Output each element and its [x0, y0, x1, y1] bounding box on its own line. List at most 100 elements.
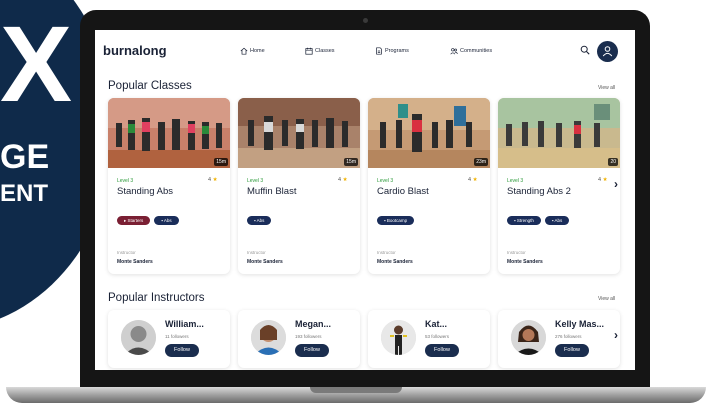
- home-icon: [240, 47, 248, 55]
- instructor-photo: [381, 320, 416, 355]
- follower-count: 53 followers: [425, 334, 450, 339]
- classes-view-all-link[interactable]: View all: [598, 85, 615, 91]
- instructor-card[interactable]: Kat... 53 followers Follow: [368, 310, 490, 368]
- instructor-name[interactable]: Monte Sanders: [247, 259, 283, 265]
- classes-next-arrow[interactable]: ›: [614, 177, 618, 191]
- nav-communities[interactable]: Communities: [450, 47, 492, 55]
- class-card[interactable]: 20 Level 3 4 ★ Standing Abs 2 ▪ Strength…: [498, 98, 620, 274]
- instructor-name[interactable]: Monte Sanders: [377, 259, 413, 265]
- calendar-icon: [305, 47, 313, 55]
- rating-value: 4: [468, 177, 472, 183]
- instructors-next-arrow[interactable]: ›: [614, 328, 618, 342]
- search-icon[interactable]: [580, 45, 590, 55]
- follow-button[interactable]: Follow: [555, 344, 589, 357]
- follower-count: 11 followers: [165, 334, 189, 339]
- nav-programs-label: Programs: [385, 48, 409, 54]
- star-icon: ★: [472, 177, 478, 183]
- duration-badge: 15m: [214, 158, 228, 166]
- top-nav: burnalong Home Classes Programs Communit…: [95, 30, 635, 74]
- class-level: Level 3: [507, 178, 524, 184]
- class-title: Cardio Blast: [377, 186, 429, 197]
- popular-classes-title: Popular Classes: [108, 80, 192, 92]
- class-card[interactable]: 15m Level 3 4 ★ Standing Abs ▸ Starters …: [108, 98, 230, 274]
- tag-abs[interactable]: ▪ Abs: [247, 216, 272, 225]
- instructor-name[interactable]: Monte Sanders: [117, 259, 153, 265]
- instructor-name: Kat...: [425, 319, 448, 329]
- class-level: Level 3: [377, 178, 394, 184]
- instructor-card[interactable]: Kelly Mas... 276 followers Follow: [498, 310, 620, 368]
- duration-badge: 20: [608, 158, 618, 166]
- tag-abs[interactable]: ▪ Abs: [154, 216, 179, 225]
- class-rating: 4 ★: [338, 177, 348, 183]
- instructor-photo: [251, 320, 286, 355]
- promo-line-1: GE: [0, 138, 50, 176]
- class-level: Level 3: [247, 178, 264, 184]
- duration-badge: 15m: [344, 158, 358, 166]
- tag-label: Abs: [554, 218, 563, 223]
- follow-button[interactable]: Follow: [295, 344, 329, 357]
- follow-button[interactable]: Follow: [165, 344, 199, 357]
- class-tags: ▸ Starters ▪ Abs: [117, 216, 179, 225]
- class-rating: 4 ★: [598, 177, 608, 183]
- tag-bootcamp[interactable]: ▪ Bootcamp: [377, 216, 415, 225]
- laptop-base-notch: [310, 387, 402, 393]
- rating-value: 4: [598, 177, 602, 183]
- class-card[interactable]: 15m Level 3 4 ★ Muffin Blast ▪ Abs Instr…: [238, 98, 360, 274]
- marketing-image: X GE ENT burnalong Home Classes Programs: [0, 0, 712, 416]
- rating-value: 4: [338, 177, 342, 183]
- class-title: Standing Abs 2: [507, 186, 571, 197]
- user-icon: [602, 46, 613, 57]
- nav-home[interactable]: Home: [240, 47, 265, 55]
- instructor-name: Kelly Mas...: [555, 319, 605, 329]
- class-thumbnail: 20: [498, 98, 620, 168]
- nav-classes[interactable]: Classes: [305, 47, 335, 55]
- tag-label: Bootcamp: [386, 218, 408, 223]
- tag-abs[interactable]: ▪ Abs: [544, 216, 570, 225]
- class-thumbnail: 15m: [108, 98, 230, 168]
- nav-programs[interactable]: Programs: [375, 47, 409, 55]
- class-card[interactable]: 23m Level 3 4 ★ Cardio Blast ▪ Bootcamp …: [368, 98, 490, 274]
- app-screen: burnalong Home Classes Programs Communit…: [95, 30, 635, 370]
- instructor-photo: [511, 320, 546, 355]
- webcam-dot: [363, 18, 368, 23]
- promo-line-2: ENT: [0, 180, 48, 207]
- class-level: Level 3: [117, 178, 134, 184]
- tag-starters[interactable]: ▸ Starters: [117, 216, 151, 225]
- tag-label: Abs: [256, 218, 265, 223]
- class-rating: 4 ★: [208, 177, 218, 183]
- follow-button[interactable]: Follow: [425, 344, 459, 357]
- instructor-label: Instructor: [117, 250, 136, 255]
- instructor-label: Instructor: [507, 250, 526, 255]
- nav-communities-label: Communities: [460, 48, 493, 54]
- nav-classes-label: Classes: [315, 48, 335, 54]
- instructor-card[interactable]: William... 11 followers Follow: [108, 310, 230, 368]
- nav-home-label: Home: [250, 48, 265, 54]
- class-thumbnail: 23m: [368, 98, 490, 168]
- tag-label: Starters: [127, 218, 144, 223]
- class-rating: 4 ★: [468, 177, 478, 183]
- tag-label: Strength: [516, 218, 534, 223]
- tag-strength[interactable]: ▪ Strength: [507, 216, 541, 225]
- instructor-label: Instructor: [377, 250, 396, 255]
- burnalong-logo[interactable]: burnalong: [103, 43, 167, 58]
- promo-big-letter: X: [0, 3, 72, 124]
- star-icon: ★: [342, 177, 348, 183]
- class-title: Muffin Blast: [247, 186, 297, 197]
- duration-badge: 23m: [474, 158, 488, 166]
- popular-instructors-title: Popular Instructors: [108, 292, 205, 304]
- tag-label: Abs: [163, 218, 172, 223]
- user-avatar[interactable]: [597, 41, 618, 62]
- instructor-photo: [121, 320, 156, 355]
- instructor-name: Megan...: [295, 319, 332, 329]
- star-icon: ★: [602, 177, 608, 183]
- instructor-name[interactable]: Monte Sanders: [507, 259, 543, 265]
- class-tags: ▪ Bootcamp: [377, 216, 415, 225]
- class-thumbnail: 15m: [238, 98, 360, 168]
- instructor-card[interactable]: Megan... 193 followers Follow: [238, 310, 360, 368]
- instructor-label: Instructor: [247, 250, 266, 255]
- document-icon: [376, 47, 382, 55]
- rating-value: 4: [208, 177, 212, 183]
- follower-count: 193 followers: [295, 334, 322, 339]
- class-title: Standing Abs: [117, 186, 173, 197]
- instructors-view-all-link[interactable]: View all: [598, 296, 615, 302]
